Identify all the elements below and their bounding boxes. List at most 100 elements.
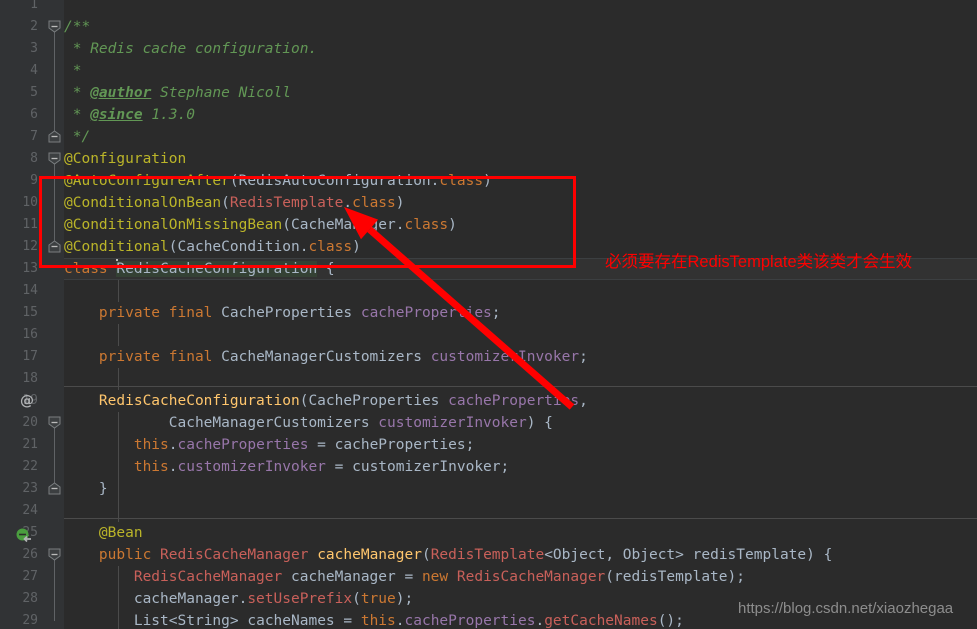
line-number: 28: [22, 591, 38, 606]
code-token: CacheProperties: [221, 305, 353, 321]
code-token: customizerInvoker: [430, 349, 580, 365]
code-line[interactable]: @Bean: [64, 522, 977, 544]
code-token: ): [448, 217, 457, 233]
fold-toggle-icon[interactable]: [48, 130, 61, 143]
fold-toggle-icon[interactable]: [48, 482, 61, 495]
code-token: @since: [90, 107, 143, 123]
code-line[interactable]: @AutoConfigureAfter(RedisAutoConfigurati…: [64, 170, 977, 192]
code-line[interactable]: /**: [64, 16, 977, 38]
fold-region-line: [54, 423, 55, 489]
code-token: ;: [404, 591, 414, 607]
code-line[interactable]: this.cacheProperties = cacheProperties;: [64, 434, 977, 456]
code-line[interactable]: CacheManagerCustomizers customizerInvoke…: [64, 412, 977, 434]
line-number: 20: [22, 415, 38, 430]
line-number-gutter[interactable]: 1 2 3 4 5 6 7 8 9 10 11 12 13 14 15 16 17 18 19 20 21 22 23 24 2…: [0, 0, 44, 629]
fold-toggle-icon[interactable]: [48, 240, 61, 253]
code-token: @ConditionalOnMissingBean: [64, 217, 283, 233]
indent-guide: [118, 566, 119, 629]
code-token: (: [605, 569, 615, 585]
code-line[interactable]: RedisCacheConfiguration(CacheProperties …: [64, 390, 977, 412]
code-token: {: [814, 547, 833, 563]
code-line[interactable]: *: [64, 60, 977, 82]
code-line[interactable]: * Redis cache configuration.: [64, 38, 977, 60]
line-number: 16: [22, 327, 38, 342]
code-token: ,: [605, 547, 623, 563]
code-token: redisTemplate: [692, 547, 807, 563]
code-token: cacheManager =: [282, 569, 422, 585]
fold-toggle-icon[interactable]: [48, 416, 61, 429]
code-line[interactable]: * @author Stephane Nicoll: [64, 82, 977, 104]
code-token: true: [360, 591, 396, 607]
code-line[interactable]: @ConditionalOnMissingBean(CacheManager.c…: [64, 214, 977, 236]
line-number: 23: [22, 481, 38, 496]
line-number: 29: [22, 613, 38, 628]
code-line[interactable]: [64, 368, 977, 390]
code-line[interactable]: [64, 280, 977, 302]
code-line[interactable]: public RedisCacheManager cacheManager(Re…: [64, 544, 977, 566]
code-line[interactable]: }: [64, 478, 977, 500]
code-line[interactable]: [64, 0, 977, 16]
code-line[interactable]: private final CacheProperties cachePrope…: [64, 302, 977, 324]
code-token: ,: [579, 393, 588, 409]
code-line[interactable]: @Configuration: [64, 148, 977, 170]
code-line[interactable]: this.customizerInvoker = customizerInvok…: [64, 456, 977, 478]
line-number: 26: [22, 547, 38, 562]
code-folding-strip[interactable]: [44, 0, 64, 629]
code-token: RedisTemplate: [229, 195, 344, 211]
code-token: @Conditional: [64, 239, 169, 255]
fold-toggle-icon[interactable]: [48, 548, 61, 561]
code-token: CacheCondition: [177, 239, 300, 255]
code-token: class: [64, 261, 108, 277]
line-number: 9: [30, 173, 38, 188]
code-line[interactable]: * @since 1.3.0: [64, 104, 977, 126]
code-token: class: [404, 217, 449, 233]
code-token: cacheManager: [317, 547, 422, 563]
code-token: ;: [579, 349, 588, 365]
line-number: 11: [22, 217, 38, 232]
code-token: class: [439, 173, 484, 189]
fold-toggle-icon[interactable]: [48, 152, 61, 165]
implementing-method-icon[interactable]: [16, 525, 32, 547]
code-token: customizerInvoker: [378, 415, 527, 431]
line-number: 24: [22, 503, 38, 518]
code-token: cacheProperties: [360, 305, 492, 321]
code-token: (: [229, 173, 239, 189]
code-token: this: [360, 613, 396, 629]
code-token: =: [325, 459, 353, 475]
watermark-url: https://blog.csdn.net/xiaozhegaa: [738, 600, 954, 617]
code-token: cacheNames =: [238, 613, 361, 629]
code-line[interactable]: RedisCacheManager cacheManager = new Red…: [64, 566, 977, 588]
code-token: * Redis cache configuration.: [64, 41, 318, 57]
annotation-marker-icon[interactable]: @: [18, 390, 36, 412]
code-token: List: [133, 613, 169, 629]
code-line[interactable]: private final CacheManagerCustomizers cu…: [64, 346, 977, 368]
code-line[interactable]: [64, 324, 977, 346]
code-line[interactable]: [64, 500, 977, 522]
indent-guide: [118, 368, 119, 390]
code-token: RedisTemplate: [430, 547, 545, 563]
line-number: 17: [22, 349, 38, 364]
code-token: .: [168, 437, 178, 453]
code-token: customizerInvoker: [177, 459, 326, 475]
code-line[interactable]: @ConditionalOnBean(RedisTemplate.class): [64, 192, 977, 214]
fold-toggle-icon[interactable]: [48, 20, 61, 33]
code-token: .: [343, 195, 353, 211]
code-token: =: [308, 437, 335, 453]
code-line[interactable]: */: [64, 126, 977, 148]
line-number: 13: [22, 261, 38, 276]
line-number: 15: [22, 305, 38, 320]
line-number: 27: [22, 569, 38, 584]
code-token: cacheProperties: [334, 437, 466, 453]
code-token: Stephane Nicoll: [151, 85, 291, 101]
code-token: RedisCacheConfiguration: [98, 393, 300, 409]
fold-region-line: [54, 555, 55, 621]
code-content[interactable]: /** * Redis cache configuration. * * @au…: [64, 0, 977, 629]
